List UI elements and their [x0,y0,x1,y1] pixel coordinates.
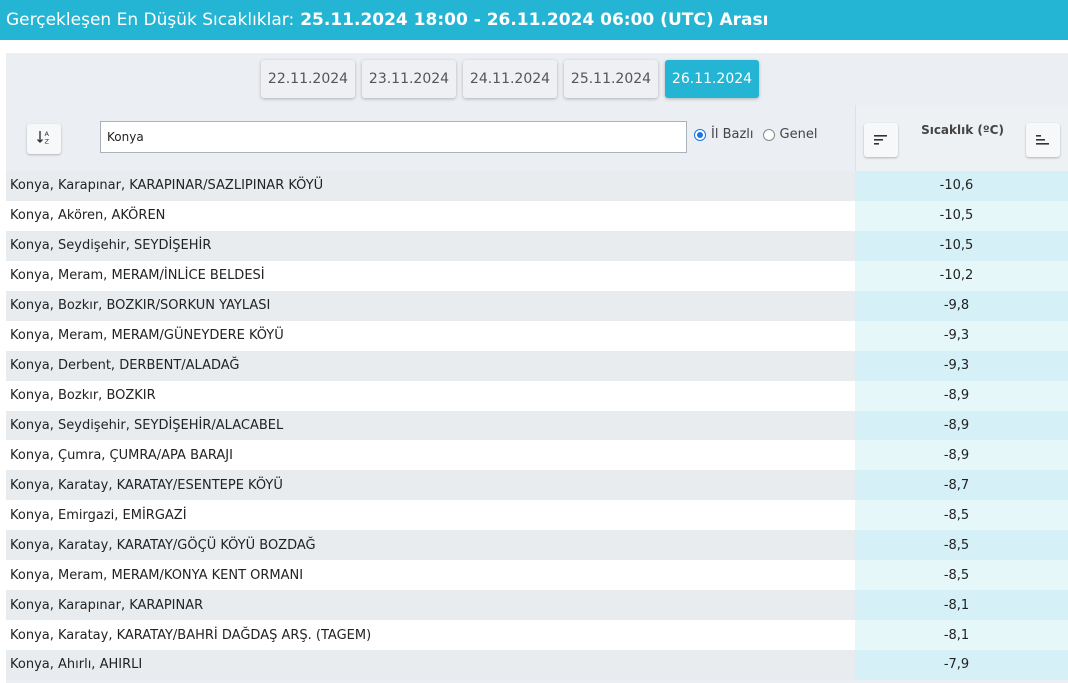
table-row: Konya, Meram, MERAM/GÜNEYDERE KÖYÜ -9,3 [6,320,1068,351]
table-row: Konya, Meram, MERAM/İNLİCE BELDESİ -10,2 [6,260,1068,291]
radio-genel[interactable]: Genel [762,127,818,142]
date-tab[interactable]: 22.11.2024 [261,60,355,98]
svg-text:Z: Z [45,138,50,146]
station-name: Konya, Bozkır, BOZKIR [6,380,855,411]
station-name: Konya, Karatay, KARATAY/BAHRİ DAĞDAŞ ARŞ… [6,620,855,650]
table-row: Konya, Karapınar, KARAPINAR/SAZLIPINAR K… [6,171,1068,201]
station-name: Konya, Meram, MERAM/KONYA KENT ORMANI [6,560,855,591]
sort-asc-icon [1036,131,1050,150]
station-name: Konya, Karapınar, KARAPINAR/SAZLIPINAR K… [6,171,855,201]
temperature-value: -8,9 [855,380,1068,411]
station-name: Konya, Seydişehir, SEYDİŞEHİR/ALACABEL [6,410,855,441]
header-title-range: 25.11.2024 18:00 - 26.11.2024 06:00 (UTC… [300,10,769,30]
temperature-value: -9,3 [855,320,1068,351]
station-name: Konya, Akören, AKÖREN [6,200,855,231]
temperature-value: -7,9 [855,650,1068,680]
sort-asc-button[interactable] [1026,123,1060,157]
radio-il-bazli[interactable]: İl Bazlı [694,127,754,142]
date-tab[interactable]: 23.11.2024 [362,60,456,98]
temperature-value: -8,1 [855,620,1068,650]
table-row: Konya, Bozkır, BOZKIR -8,9 [6,380,1068,411]
table-row: Konya, Çumra, ÇUMRA/APA BARAJI -8,9 [6,440,1068,471]
station-name: Konya, Derbent, DERBENT/ALADAĞ [6,350,855,381]
temperature-value: -10,5 [855,230,1068,261]
date-tabs: 22.11.2024 23.11.2024 24.11.2024 25.11.2024… [261,60,759,98]
sort-alpha-icon: A Z [36,129,52,149]
temperature-value: -8,7 [855,470,1068,501]
temperature-value: -8,9 [855,440,1068,471]
temperature-value: -8,5 [855,530,1068,561]
scope-radio-group: İl Bazlı Genel [694,127,826,142]
table-row: Konya, Bozkır, BOZKIR/SORKUN YAYLASI -9,8 [6,290,1068,321]
temperature-value: -8,5 [855,500,1068,531]
date-tab[interactable]: 25.11.2024 [564,60,658,98]
search-input[interactable] [100,121,687,153]
table-row: Konya, Karatay, KARATAY/BAHRİ DAĞDAŞ ARŞ… [6,620,1068,650]
table-row: Konya, Derbent, DERBENT/ALADAĞ -9,3 [6,350,1068,381]
date-tab[interactable]: 24.11.2024 [463,60,557,98]
temperature-value: -8,1 [855,590,1068,621]
sort-alpha-button[interactable]: A Z [27,124,61,154]
table-row: Konya, Karatay, KARATAY/ESENTEPE KÖYÜ -8,… [6,470,1068,501]
table-row: Konya, Emirgazi, EMİRGAZİ -8,5 [6,500,1068,531]
station-name: Konya, Bozkır, BOZKIR/SORKUN YAYLASI [6,290,855,321]
temperature-value: -10,6 [855,171,1068,201]
radio-il-bazli-dot[interactable] [694,128,706,141]
table-row: Konya, Ahırlı, AHIRLI -7,9 [6,650,1068,680]
table-row: Konya, Seydişehir, SEYDİŞEHİR/ALACABEL -8… [6,410,1068,441]
temperature-value: -10,2 [855,260,1068,291]
table-row: Konya, Akören, AKÖREN -10,5 [6,200,1068,231]
station-name: Konya, Ahırlı, AHIRLI [6,650,855,680]
header-title-prefix: Gerçekleşen En Düşük Sıcaklıklar: [6,10,295,30]
station-name: Konya, Meram, MERAM/İNLİCE BELDESİ [6,260,855,291]
filter-controls: A Z İl Bazlı Genel [6,105,855,171]
station-name: Konya, Karapınar, KARAPINAR [6,590,855,621]
radio-genel-label: Genel [779,127,818,142]
table-row: Konya, Karatay, KARATAY/GÖÇÜ KÖYÜ BOZDAĞ… [6,530,1068,561]
table-row: Konya, Karapınar, KARAPINAR -8,1 [6,590,1068,621]
station-name: Konya, Meram, MERAM/GÜNEYDERE KÖYÜ [6,320,855,351]
radio-genel-dot[interactable] [762,128,775,141]
table-row: Konya, Seydişehir, SEYDİŞEHİR -10,5 [6,230,1068,261]
temperature-column-header: Sıcaklık (ºC) [855,105,1068,171]
temperature-value: -8,5 [855,560,1068,591]
radio-il-bazli-label: İl Bazlı [711,127,754,142]
temperature-value: -10,5 [855,200,1068,231]
temperature-value: -8,9 [855,410,1068,441]
page-header: Gerçekleşen En Düşük Sıcaklıklar: 25.11.… [0,0,1068,40]
results-table: Konya, Karapınar, KARAPINAR/SAZLIPINAR K… [6,171,1068,680]
table-row: Konya, Meram, MERAM/KONYA KENT ORMANI -8,… [6,560,1068,591]
main-panel: 22.11.2024 23.11.2024 24.11.2024 25.11.2024… [6,53,1068,683]
station-name: Konya, Seydişehir, SEYDİŞEHİR [6,230,855,261]
station-name: Konya, Karatay, KARATAY/GÖÇÜ KÖYÜ BOZDAĞ [6,530,855,561]
station-name: Konya, Emirgazi, EMİRGAZİ [6,500,855,531]
station-name: Konya, Karatay, KARATAY/ESENTEPE KÖYÜ [6,470,855,501]
temperature-value: -9,3 [855,350,1068,381]
station-name: Konya, Çumra, ÇUMRA/APA BARAJI [6,440,855,471]
date-tab[interactable]: 26.11.2024 [665,60,759,98]
temperature-value: -9,8 [855,290,1068,321]
